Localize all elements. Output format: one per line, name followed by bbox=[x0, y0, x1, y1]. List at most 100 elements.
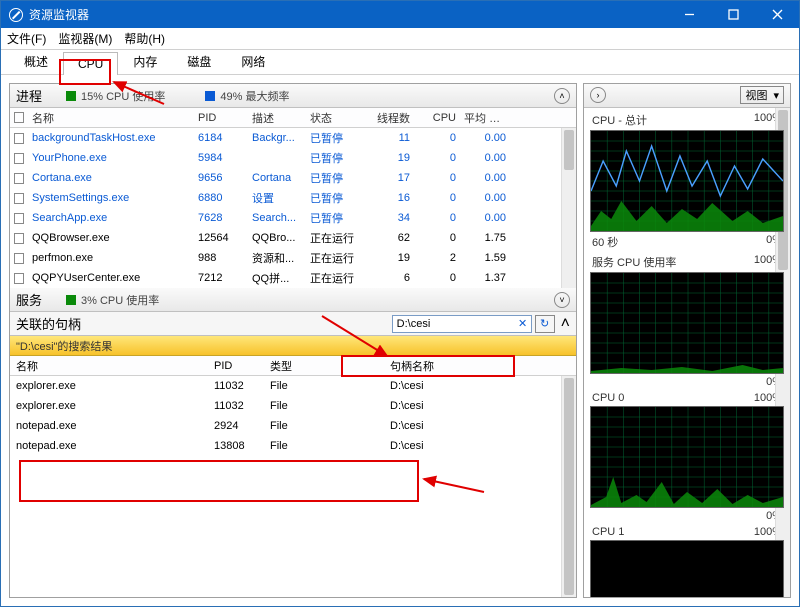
proc-name: YourPhone.exe bbox=[28, 152, 194, 164]
h-hname: D:\cesi bbox=[386, 380, 536, 392]
chart-canvas bbox=[590, 540, 784, 597]
h-hname: D:\cesi bbox=[386, 420, 536, 432]
proc-cpu: 0 bbox=[414, 132, 460, 144]
menu-monitor[interactable]: 监视器(M) bbox=[58, 30, 112, 47]
h-pid: 13808 bbox=[210, 440, 266, 452]
tab-network[interactable]: 网络 bbox=[226, 48, 280, 74]
process-row[interactable]: YourPhone.exe 5984 已暂停 19 0 0.00 bbox=[10, 148, 576, 168]
col-desc[interactable]: 描述 bbox=[248, 110, 306, 126]
tab-overview[interactable]: 概述 bbox=[9, 48, 63, 74]
row-checkbox[interactable] bbox=[14, 213, 24, 224]
resource-monitor-window: 资源监视器 文件(F) 监视器(M) 帮助(H) 概述 CPU 内存 磁盘 网络… bbox=[0, 0, 800, 607]
tab-memory[interactable]: 内存 bbox=[118, 48, 172, 74]
processes-title: 进程 bbox=[16, 86, 42, 105]
checkbox-all[interactable] bbox=[14, 112, 24, 123]
proc-name: QQBrowser.exe bbox=[28, 232, 194, 244]
proc-status: 已暂停 bbox=[306, 150, 360, 166]
row-checkbox[interactable] bbox=[14, 173, 24, 184]
window-title: 资源监视器 bbox=[29, 6, 89, 23]
h-pid: 2924 bbox=[210, 420, 266, 432]
proc-pid: 5984 bbox=[194, 152, 248, 164]
row-checkbox[interactable] bbox=[14, 233, 24, 244]
processes-scrollbar[interactable] bbox=[561, 128, 576, 288]
h-name: explorer.exe bbox=[10, 380, 210, 392]
menu-help[interactable]: 帮助(H) bbox=[124, 30, 165, 47]
handle-row[interactable]: notepad.exe 2924 File D:\cesi bbox=[10, 416, 576, 436]
h-type: File bbox=[266, 380, 386, 392]
annotation-box-search bbox=[341, 355, 515, 377]
proc-cpu: 0 bbox=[414, 192, 460, 204]
processes-header[interactable]: 进程 15% CPU 使用率 49% 最大频率 ˄ bbox=[10, 84, 576, 108]
process-row[interactable]: QQPYUserCenter.exe 7212 QQ拼... 正在运行 6 0 … bbox=[10, 268, 576, 288]
proc-threads: 62 bbox=[360, 232, 414, 244]
collapse-charts-icon[interactable]: › bbox=[590, 87, 606, 103]
tab-disk[interactable]: 磁盘 bbox=[172, 48, 226, 74]
titlebar[interactable]: 资源监视器 bbox=[1, 1, 799, 28]
row-checkbox[interactable] bbox=[14, 133, 24, 144]
h-pid: 11032 bbox=[210, 380, 266, 392]
expand-services-icon[interactable]: ˅ bbox=[554, 292, 570, 308]
handle-row[interactable]: explorer.exe 11032 File D:\cesi bbox=[10, 376, 576, 396]
row-checkbox[interactable] bbox=[14, 273, 24, 284]
handles-header: 关联的句柄 ✕ ↻ ˄ bbox=[10, 312, 576, 336]
menu-file[interactable]: 文件(F) bbox=[7, 30, 46, 47]
chart-block: CPU - 总计100% 60 秒0% bbox=[584, 108, 790, 250]
proc-status: 已暂停 bbox=[306, 130, 360, 146]
handles-search-input[interactable] bbox=[392, 315, 532, 333]
hcol-name[interactable]: 名称 bbox=[10, 358, 210, 374]
proc-cpu: 0 bbox=[414, 212, 460, 224]
services-header[interactable]: 服务 3% CPU 使用率 ˅ bbox=[10, 288, 576, 312]
h-name: notepad.exe bbox=[10, 440, 210, 452]
col-pid[interactable]: PID bbox=[194, 112, 248, 124]
proc-pid: 7628 bbox=[194, 212, 248, 224]
proc-status: 已暂停 bbox=[306, 210, 360, 226]
col-status[interactable]: 状态 bbox=[306, 110, 360, 126]
h-pid: 11032 bbox=[210, 400, 266, 412]
h-name: notepad.exe bbox=[10, 420, 210, 432]
col-name[interactable]: 名称 bbox=[28, 110, 194, 126]
app-icon bbox=[9, 8, 23, 22]
h-hname: D:\cesi bbox=[386, 440, 536, 452]
proc-pid: 7212 bbox=[194, 272, 248, 284]
proc-status: 正在运行 bbox=[306, 250, 360, 266]
collapse-handles-icon[interactable]: ˄ bbox=[561, 315, 570, 333]
process-row[interactable]: Cortana.exe 9656 Cortana 已暂停 17 0 0.00 bbox=[10, 168, 576, 188]
process-row[interactable]: SearchApp.exe 7628 Search... 已暂停 34 0 0.… bbox=[10, 208, 576, 228]
right-pane: › 视图▾ CPU - 总计100% 60 秒0%服务 CPU 使用率100% … bbox=[583, 83, 791, 598]
row-checkbox[interactable] bbox=[14, 253, 24, 264]
proc-avg: 1.37 bbox=[460, 272, 510, 284]
charts-header: › 视图▾ bbox=[584, 84, 790, 108]
row-checkbox[interactable] bbox=[14, 193, 24, 204]
col-avg[interactable]: 平均 C... bbox=[460, 110, 510, 126]
proc-name: SystemSettings.exe bbox=[28, 192, 194, 204]
handle-row[interactable]: explorer.exe 11032 File D:\cesi bbox=[10, 396, 576, 416]
process-row[interactable]: QQBrowser.exe 12564 QQBro... 正在运行 62 0 1… bbox=[10, 228, 576, 248]
maximize-button[interactable] bbox=[711, 1, 755, 28]
minimize-button[interactable] bbox=[667, 1, 711, 28]
handles-title: 关联的句柄 bbox=[16, 314, 81, 333]
proc-avg: 1.75 bbox=[460, 232, 510, 244]
process-row[interactable]: backgroundTaskHost.exe 6184 Backgr... 已暂… bbox=[10, 128, 576, 148]
handle-row[interactable]: notepad.exe 13808 File D:\cesi bbox=[10, 436, 576, 456]
clear-search-icon[interactable]: ✕ bbox=[515, 315, 531, 333]
proc-threads: 19 bbox=[360, 252, 414, 264]
chart-block: 服务 CPU 使用率100% 0% bbox=[584, 250, 790, 388]
cpu-usage-icon bbox=[66, 91, 76, 101]
chart-title: CPU 0 bbox=[592, 392, 624, 404]
col-threads[interactable]: 线程数 bbox=[360, 110, 414, 126]
col-cpu[interactable]: CPU bbox=[414, 112, 460, 124]
refresh-search-button[interactable]: ↻ bbox=[535, 315, 555, 333]
close-button[interactable] bbox=[755, 1, 799, 28]
proc-desc: Backgr... bbox=[248, 132, 306, 144]
collapse-processes-icon[interactable]: ˄ bbox=[554, 88, 570, 104]
view-dropdown[interactable]: 视图▾ bbox=[740, 86, 784, 104]
proc-name: perfmon.exe bbox=[28, 252, 194, 264]
proc-name: Cortana.exe bbox=[28, 172, 194, 184]
row-checkbox[interactable] bbox=[14, 153, 24, 164]
handles-scrollbar[interactable] bbox=[561, 376, 576, 597]
process-row[interactable]: SystemSettings.exe 6880 设置 已暂停 16 0 0.00 bbox=[10, 188, 576, 208]
process-row[interactable]: perfmon.exe 988 资源和... 正在运行 19 2 1.59 bbox=[10, 248, 576, 268]
hcol-pid[interactable]: PID bbox=[210, 360, 266, 372]
services-title: 服务 bbox=[16, 290, 42, 309]
proc-threads: 11 bbox=[360, 132, 414, 144]
